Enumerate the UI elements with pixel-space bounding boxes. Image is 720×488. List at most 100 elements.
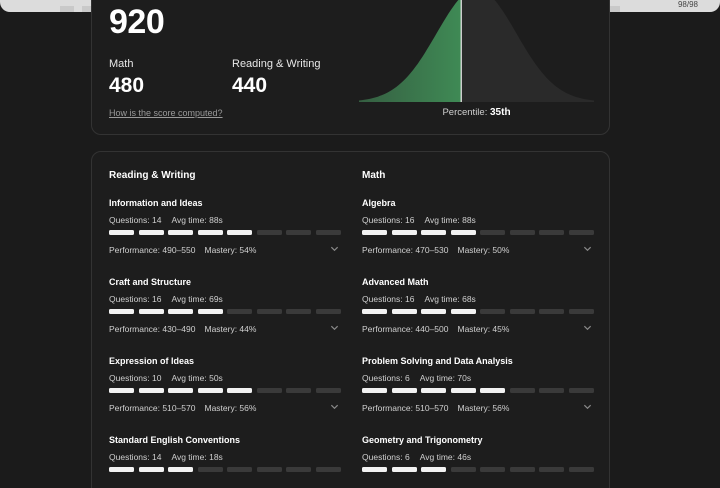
question-count: Questions: 14	[109, 452, 162, 462]
mastery-percent: Mastery: 56%	[457, 403, 510, 413]
mastery-segment	[509, 309, 535, 314]
skill-meta: Questions: 16 Avg time: 68s	[362, 294, 476, 304]
mastery-segment	[168, 309, 194, 314]
mastery-segment	[109, 388, 135, 393]
mastery-segment	[227, 467, 253, 472]
percentile-value: 35th	[489, 107, 511, 118]
percentile-fill-area	[359, 0, 462, 102]
distribution-area	[359, 0, 594, 102]
mastery-segment	[227, 309, 253, 314]
skill-performance: Performance: 490–550 Mastery: 54%	[109, 245, 256, 255]
mastery-segment	[421, 467, 447, 472]
mastery-bar	[109, 388, 341, 393]
question-count: Questions: 16	[109, 294, 162, 304]
mastery-segment	[480, 309, 506, 314]
performance-range: Performance: 470–530	[362, 245, 449, 255]
mastery-segment	[450, 230, 476, 235]
mastery-segment	[450, 388, 476, 393]
skill-name: Problem Solving and Data Analysis	[362, 356, 513, 366]
skill-meta: Questions: 6 Avg time: 70s	[362, 373, 471, 383]
mastery-segment	[197, 388, 223, 393]
performance-range: Performance: 440–500	[362, 324, 449, 334]
question-count: Questions: 10	[109, 373, 162, 383]
mastery-segment	[315, 467, 341, 472]
mastery-segment	[539, 230, 565, 235]
chevron-down-icon[interactable]	[330, 323, 339, 332]
skill-name: Craft and Structure	[109, 277, 192, 287]
mastery-segment	[286, 230, 312, 235]
avg-time: Avg time: 88s	[424, 215, 476, 225]
skill-name: Information and Ideas	[109, 198, 203, 208]
total-score: 920	[109, 3, 165, 41]
rw-score-label: Reading & Writing	[232, 58, 321, 70]
mastery-bar	[109, 309, 341, 314]
mastery-segment	[539, 309, 565, 314]
performance-range: Performance: 430–490	[109, 324, 196, 334]
mastery-segment	[168, 230, 194, 235]
mastery-segment	[539, 388, 565, 393]
avg-time: Avg time: 46s	[419, 452, 472, 462]
mastery-segment	[568, 309, 594, 314]
avg-time: Avg time: 68s	[424, 294, 476, 304]
mastery-segment	[227, 230, 253, 235]
mastery-segment	[256, 388, 282, 393]
math-score-label: Math	[109, 58, 134, 70]
mastery-segment	[227, 388, 253, 393]
score-card: 920 Math 480 Reading & Writing 440 How i…	[91, 0, 610, 135]
mastery-segment	[109, 309, 135, 314]
chevron-down-icon[interactable]	[583, 244, 592, 253]
mastery-segment	[509, 230, 535, 235]
mastery-segment	[480, 388, 506, 393]
mastery-segment	[450, 309, 476, 314]
mastery-segment	[509, 388, 535, 393]
mastery-segment	[391, 230, 417, 235]
skill-item[interactable]: Standard English Conventions Questions: 1…	[109, 435, 341, 488]
skill-meta: Questions: 14 Avg time: 18s	[109, 452, 223, 462]
mastery-segment	[362, 467, 388, 472]
how-score-computed-link[interactable]: How is the score computed?	[109, 108, 223, 118]
skill-performance: Performance: 440–500 Mastery: 45%	[362, 324, 509, 334]
mastery-segment	[391, 309, 417, 314]
skill-name: Advanced Math	[362, 277, 429, 287]
skill-item[interactable]: Craft and Structure Questions: 16 Avg time…	[109, 277, 341, 347]
mastery-segment	[138, 230, 164, 235]
chevron-down-icon[interactable]	[583, 323, 592, 332]
mastery-segment	[286, 309, 312, 314]
reading-writing-title: Reading & Writing	[109, 170, 196, 181]
mastery-segment	[450, 467, 476, 472]
mastery-segment	[168, 467, 194, 472]
mastery-segment	[315, 230, 341, 235]
mastery-bar	[362, 388, 594, 393]
mastery-bar	[362, 309, 594, 314]
skill-item[interactable]: Information and Ideas Questions: 14 Avg ti…	[109, 198, 341, 268]
skill-name: Algebra	[362, 198, 396, 208]
mastery-segment	[315, 309, 341, 314]
skill-item[interactable]: Expression of Ideas Questions: 10 Avg time…	[109, 356, 341, 426]
mastery-bar	[109, 467, 341, 472]
skill-meta: Questions: 10 Avg time: 50s	[109, 373, 223, 383]
mastery-segment	[315, 388, 341, 393]
mastery-bar	[362, 467, 594, 472]
skill-item[interactable]: Advanced Math Questions: 16 Avg time: 68s P…	[362, 277, 594, 347]
avg-time: Avg time: 88s	[171, 215, 223, 225]
avg-time: Avg time: 18s	[171, 452, 223, 462]
mastery-segment	[421, 388, 447, 393]
chevron-down-icon[interactable]	[583, 402, 592, 411]
mastery-segment	[421, 309, 447, 314]
mastery-bar	[362, 230, 594, 235]
skill-name: Geometry and Trigonometry	[362, 435, 483, 445]
mastery-bar	[109, 230, 341, 235]
mastery-segment	[256, 230, 282, 235]
mastery-segment	[362, 230, 388, 235]
skill-meta: Questions: 16 Avg time: 69s	[109, 294, 223, 304]
skill-item[interactable]: Geometry and Trigonometry Questions: 6 Avg…	[362, 435, 594, 488]
mastery-segment	[138, 388, 164, 393]
mastery-segment	[362, 309, 388, 314]
chevron-down-icon[interactable]	[330, 244, 339, 253]
skill-item[interactable]: Algebra Questions: 16 Avg time: 88s Perform…	[362, 198, 594, 268]
mastery-segment	[109, 230, 135, 235]
mastery-segment	[568, 230, 594, 235]
skill-item[interactable]: Problem Solving and Data Analysis Questio…	[362, 356, 594, 426]
skill-performance: Performance: 510–570 Mastery: 56%	[109, 403, 256, 413]
chevron-down-icon[interactable]	[330, 402, 339, 411]
